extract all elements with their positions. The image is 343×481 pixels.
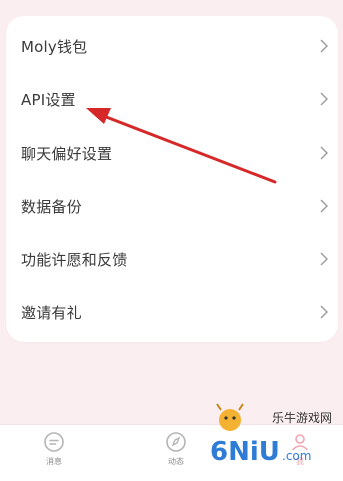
tab-label: 我 bbox=[296, 457, 304, 466]
settings-menu-card: Moly钱包 API设置 聊天偏好设置 数据备份 功能许愿和反馈 邀请有礼 bbox=[6, 16, 338, 342]
menu-item-label: Moly钱包 bbox=[21, 37, 88, 56]
menu-item-api-settings[interactable]: API设置 bbox=[6, 73, 338, 125]
tab-label: 动态 bbox=[168, 457, 184, 466]
tab-label: 消息 bbox=[46, 457, 62, 466]
tab-messages[interactable]: 消息 bbox=[24, 431, 84, 467]
menu-item-chat-preferences[interactable]: 聊天偏好设置 bbox=[6, 127, 338, 179]
top-strip bbox=[0, 0, 343, 16]
chevron-right-icon bbox=[320, 92, 328, 106]
tab-profile[interactable]: 我 bbox=[270, 431, 330, 467]
chevron-right-icon bbox=[320, 305, 328, 319]
menu-item-label: 邀请有礼 bbox=[21, 303, 82, 322]
profile-icon bbox=[291, 434, 309, 451]
menu-item-label: API设置 bbox=[21, 90, 76, 109]
chevron-right-icon bbox=[320, 146, 328, 160]
menu-item-moly-wallet[interactable]: Moly钱包 bbox=[6, 20, 338, 72]
chevron-right-icon bbox=[320, 252, 328, 266]
menu-item-feedback[interactable]: 功能许愿和反馈 bbox=[6, 233, 338, 285]
menu-item-label: 聊天偏好设置 bbox=[21, 144, 113, 163]
tab-discover[interactable]: 动态 bbox=[146, 431, 206, 467]
discover-icon bbox=[166, 432, 186, 452]
menu-item-data-backup[interactable]: 数据备份 bbox=[6, 180, 338, 232]
chevron-right-icon bbox=[320, 199, 328, 213]
bottom-tab-bar: 消息 动态 我 bbox=[0, 424, 343, 481]
menu-item-invite[interactable]: 邀请有礼 bbox=[6, 286, 338, 338]
menu-item-label: 功能许愿和反馈 bbox=[21, 250, 128, 269]
chat-bubble-icon bbox=[44, 432, 64, 452]
menu-item-label: 数据备份 bbox=[21, 197, 82, 216]
chevron-right-icon bbox=[320, 39, 328, 53]
